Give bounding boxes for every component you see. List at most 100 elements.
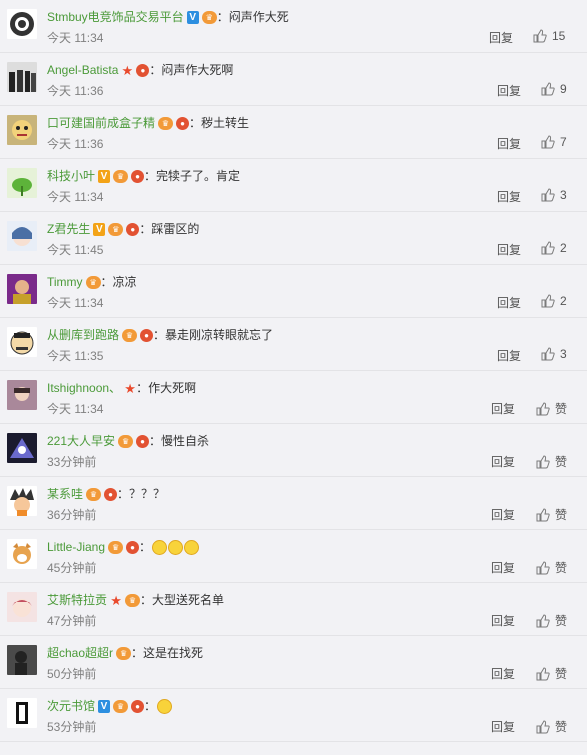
comment-time: 今天 11:36 [47, 84, 104, 98]
vip-crown-badge[interactable]: ♛ [108, 222, 124, 236]
reply-button[interactable]: 回复 [497, 189, 521, 205]
user-name-link[interactable]: Z君先生 [47, 221, 90, 237]
like-button[interactable]: 7 [541, 135, 567, 149]
vip-crown-badge[interactable]: ♛ [113, 169, 129, 183]
vip-crown-badge[interactable]: ♛ [122, 328, 138, 342]
red-badge[interactable]: ● [176, 116, 190, 130]
vip-crown-badge[interactable]: ♛ [158, 116, 174, 130]
comment-line: Stmbuy电竞饰品交易平台 V ♛：闷声作大死 [47, 9, 289, 25]
thumbs-up-icon [536, 666, 550, 680]
avatar[interactable] [7, 645, 37, 675]
red-badge[interactable]: ● [136, 63, 150, 77]
user-name-link[interactable]: 艾斯特拉贡 [47, 592, 107, 608]
reply-button[interactable]: 回复 [491, 719, 515, 735]
thumbs-up-icon [541, 188, 555, 202]
like-button[interactable]: 3 [541, 347, 567, 361]
reply-button[interactable]: 回复 [497, 348, 521, 364]
user-name-link[interactable]: 超chao超超r [47, 645, 113, 661]
reply-button[interactable]: 回复 [491, 401, 515, 417]
red-badge[interactable]: ● [136, 434, 150, 448]
red-badge[interactable]: ● [126, 540, 140, 554]
user-name-link[interactable]: Stmbuy电竞饰品交易平台 [47, 9, 184, 25]
like-button[interactable]: 9 [541, 82, 567, 96]
like-button[interactable]: 赞 [536, 506, 567, 523]
red-badge[interactable]: ● [104, 487, 118, 501]
avatar[interactable] [7, 327, 37, 357]
comment-line: 超chao超超r ♛：这是在找死 [47, 645, 203, 661]
avatar[interactable] [7, 698, 37, 728]
like-count: 赞 [555, 614, 568, 628]
reply-button[interactable]: 回复 [497, 242, 521, 258]
like-count: 赞 [555, 402, 568, 416]
verified-blue-badge[interactable]: V [186, 10, 199, 24]
star-badge[interactable]: ★ [124, 382, 136, 395]
user-name-link[interactable]: 口可建国前成盒子精 [47, 115, 155, 131]
comment-time: 33分钟前 [47, 455, 97, 469]
vip-crown-badge[interactable]: ♛ [108, 540, 124, 554]
user-name-link[interactable]: Little-Jiang [47, 539, 105, 555]
avatar[interactable] [7, 115, 37, 145]
red-badge[interactable]: ● [131, 699, 145, 713]
comment-text: 慢性自杀 [161, 434, 210, 448]
user-name-link[interactable]: 从删库到跑路 [47, 327, 119, 343]
reply-button[interactable]: 回复 [491, 454, 515, 470]
verified-yellow-badge[interactable]: V [93, 222, 106, 236]
user-name-link[interactable]: 221大人早安 [47, 433, 115, 449]
avatar[interactable] [7, 433, 37, 463]
vip-crown-badge[interactable]: ♛ [125, 593, 141, 607]
user-name-link[interactable]: 某系哇 [47, 486, 83, 502]
reply-button[interactable]: 回复 [491, 560, 515, 576]
like-button[interactable]: 赞 [536, 400, 567, 417]
comment-time: 53分钟前 [47, 720, 97, 734]
vip-crown-badge[interactable]: ♛ [113, 699, 129, 713]
red-badge[interactable]: ● [126, 222, 140, 236]
comment-text: 闷声作大死 [228, 10, 289, 24]
like-button[interactable]: 3 [541, 188, 567, 202]
avatar[interactable] [7, 274, 37, 304]
reply-button[interactable]: 回复 [491, 507, 515, 523]
like-button[interactable]: 赞 [536, 665, 567, 682]
red-badge[interactable]: ● [131, 169, 145, 183]
reply-button[interactable]: 回复 [489, 30, 513, 46]
avatar[interactable] [7, 9, 37, 39]
user-name-link[interactable]: Angel-Batista [47, 62, 118, 78]
user-name-link[interactable]: Itshighnoon、 [47, 380, 121, 396]
like-button[interactable]: 赞 [536, 453, 567, 470]
user-name-link[interactable]: 次元书馆 [47, 698, 95, 714]
star-badge[interactable]: ★ [110, 594, 122, 607]
vip-crown-badge[interactable]: ♛ [116, 646, 132, 660]
verified-blue-badge[interactable]: V [98, 699, 111, 713]
vip-crown-badge[interactable]: ♛ [201, 10, 217, 24]
red-badge[interactable]: ● [140, 328, 154, 342]
avatar[interactable] [7, 168, 37, 198]
reply-button[interactable]: 回复 [491, 666, 515, 682]
reply-button[interactable]: 回复 [497, 295, 521, 311]
like-button[interactable]: 2 [541, 241, 567, 255]
comment-time: 今天 11:34 [47, 190, 104, 204]
vip-crown-badge[interactable]: ♛ [118, 434, 134, 448]
like-button[interactable]: 赞 [536, 612, 567, 629]
comment-line: 艾斯特拉贡 ★ ♛：大型送死名单 [47, 592, 224, 608]
user-name-link[interactable]: 科技小叶 [47, 168, 95, 184]
like-button[interactable]: 15 [533, 29, 565, 43]
vip-crown-badge[interactable]: ♛ [85, 275, 101, 289]
avatar[interactable] [7, 539, 37, 569]
reply-button[interactable]: 回复 [497, 136, 521, 152]
avatar[interactable] [7, 592, 37, 622]
reply-button[interactable]: 回复 [491, 613, 515, 629]
like-button[interactable]: 赞 [536, 559, 567, 576]
like-button[interactable]: 2 [541, 294, 567, 308]
avatar[interactable] [7, 380, 37, 410]
avatar[interactable] [7, 486, 37, 516]
star-badge[interactable]: ★ [121, 64, 134, 77]
comment-item: Angel-Batista ★ ●：闷声作大死啊 今天 11:36 回复 9 [0, 53, 587, 106]
avatar[interactable] [7, 221, 37, 251]
comment-text: 这是在找死 [143, 646, 204, 660]
verified-yellow-badge[interactable]: V [98, 169, 111, 183]
user-name-link[interactable]: Timmy [47, 274, 83, 290]
vip-crown-badge[interactable]: ♛ [86, 487, 102, 501]
avatar[interactable] [7, 62, 37, 92]
reply-button[interactable]: 回复 [497, 83, 521, 99]
separator: ： [131, 646, 144, 660]
like-button[interactable]: 赞 [536, 718, 567, 735]
